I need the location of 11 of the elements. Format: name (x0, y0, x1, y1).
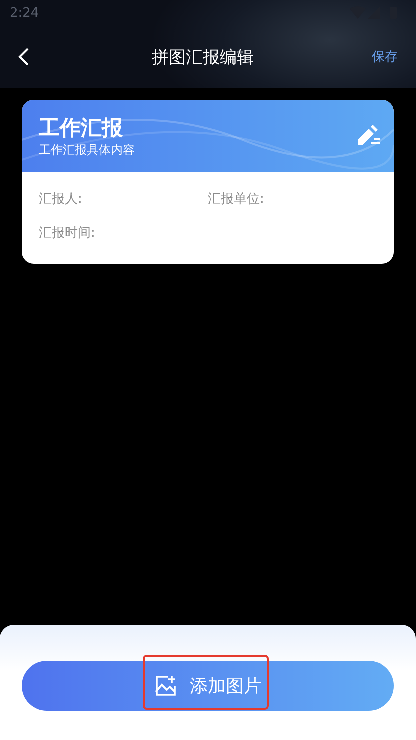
field-label: 汇报单位: (208, 191, 264, 208)
add-image-button[interactable]: 添加图片 (22, 661, 394, 711)
status-time: 2:24 (10, 6, 40, 20)
edit-icon[interactable] (356, 125, 380, 147)
page-title: 拼图汇报编辑 (151, 46, 255, 68)
save-button[interactable]: 保存 (372, 48, 398, 66)
card-title: 工作汇报 (39, 114, 123, 142)
field-label: 汇报时间: (39, 225, 96, 242)
image-add-icon (154, 674, 178, 698)
field-label: 汇报人: (39, 191, 82, 208)
card-subtitle: 工作汇报具体内容 (39, 142, 135, 158)
